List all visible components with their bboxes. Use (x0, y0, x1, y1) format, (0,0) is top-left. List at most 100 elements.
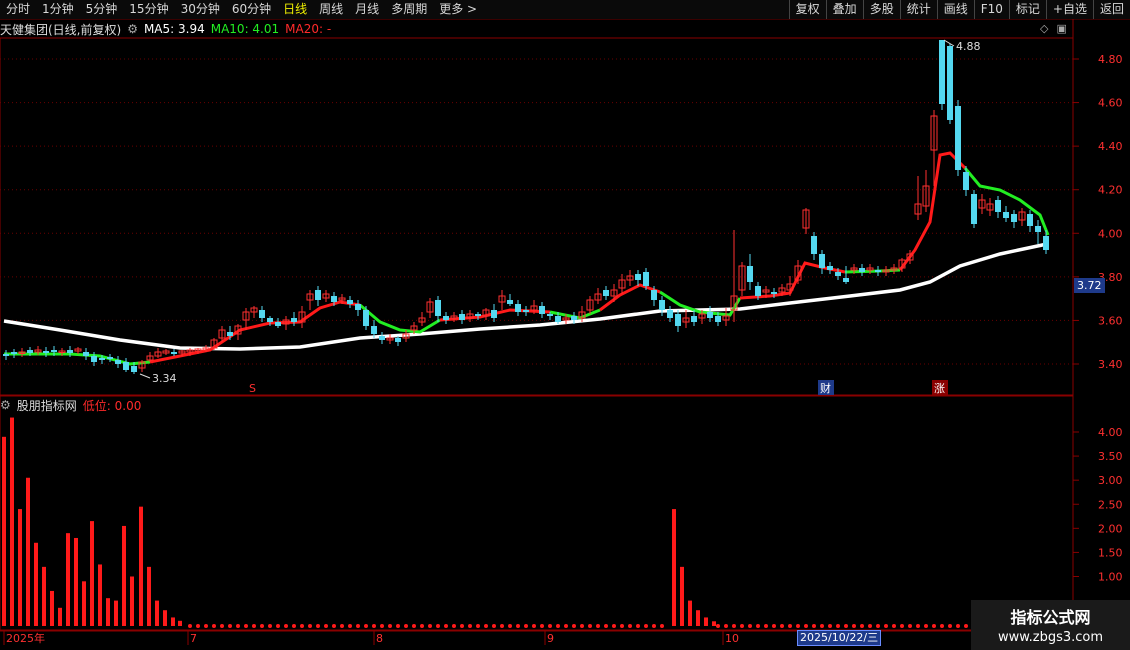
candle-body (371, 326, 377, 334)
indicator-dot (940, 624, 944, 628)
indicator-bar (98, 564, 102, 626)
low-arrow (139, 373, 151, 379)
candle-body (43, 351, 49, 353)
indicator-dot (348, 624, 352, 628)
indicator-dot (292, 624, 296, 628)
candle-body (395, 338, 401, 342)
indicator-bar (66, 533, 70, 626)
indicator-dot (268, 624, 272, 628)
candle-body (667, 310, 673, 318)
indicator-dot (756, 624, 760, 628)
indicator-dot (260, 624, 264, 628)
candle-body (643, 272, 649, 286)
indicator-dot (356, 624, 360, 628)
indicator-axis-label: 3.00 (1098, 474, 1123, 487)
signal-marker-s: S (249, 382, 256, 395)
indicator-dot (828, 624, 832, 628)
indicator-bar (106, 598, 110, 626)
watermark-title: 指标公式网 (1010, 608, 1091, 627)
indicator-dot (620, 624, 624, 628)
indicator-dot (428, 624, 432, 628)
candle-body (91, 356, 97, 362)
indicator-dot (860, 624, 864, 628)
indicator-dot (780, 624, 784, 628)
candle-body (3, 354, 9, 356)
low-price-label: 3.34 (152, 372, 177, 385)
indicator-bar (680, 566, 684, 626)
high-arrow (943, 39, 955, 47)
indicator-dot (308, 624, 312, 628)
candle-body (355, 304, 361, 310)
indicator-axis-label: 3.50 (1098, 450, 1123, 463)
indicator-dot (196, 624, 200, 628)
indicator-dot (596, 624, 600, 628)
indicator-dot (884, 624, 888, 628)
indicator-bar (26, 477, 30, 626)
candle-body (939, 40, 945, 104)
indicator-dot (276, 624, 280, 628)
indicator-axis-label: 4.00 (1098, 426, 1123, 439)
candle-body (539, 306, 545, 314)
candle-body (651, 290, 657, 300)
limit-up-marker: 涨 (934, 382, 945, 395)
indicator-dot (764, 624, 768, 628)
indicator-dot (636, 624, 640, 628)
candle-body (603, 290, 609, 296)
candle-body (115, 360, 121, 364)
candle-body (523, 310, 529, 312)
candle-body (315, 290, 321, 300)
indicator-dot (572, 624, 576, 628)
candle-body (835, 272, 841, 276)
price-axis-label: 4.40 (1098, 140, 1123, 153)
indicator-dot (548, 624, 552, 628)
indicator-dot (868, 624, 872, 628)
candle-body (331, 296, 337, 302)
price-axis-label: 4.60 (1098, 97, 1123, 110)
indicator-bar (147, 566, 151, 626)
price-axis-label: 3.40 (1098, 358, 1123, 371)
indicator-dot (644, 624, 648, 628)
main-frame (0, 37, 1074, 396)
indicator-dot (324, 624, 328, 628)
candle-body (267, 318, 273, 322)
indicator-dot (740, 624, 744, 628)
indicator-bar (672, 509, 676, 626)
indicator-dot (604, 624, 608, 628)
indicator-axis-label: 1.00 (1098, 571, 1123, 584)
indicator-dot (476, 624, 480, 628)
candle-body (555, 316, 561, 322)
indicator-dot (284, 624, 288, 628)
indicator-dot (612, 624, 616, 628)
candle-body (635, 274, 641, 280)
indicator-dot (316, 624, 320, 628)
indicator-dot (388, 624, 392, 628)
candle-body (875, 270, 881, 272)
candle-body (515, 304, 521, 312)
candle-body (51, 350, 57, 352)
indicator-dot (444, 624, 448, 628)
cursor-date-tag: 2025/10/22/三 (797, 630, 882, 646)
candle-body (715, 316, 721, 322)
candle-body (1003, 212, 1009, 218)
candle-body (131, 366, 137, 372)
price-axis-label: 4.20 (1098, 184, 1123, 197)
high-price-label: 4.88 (956, 40, 981, 53)
candle-body (955, 106, 961, 170)
indicator-dot (516, 624, 520, 628)
indicator-bar (114, 600, 118, 626)
indicator-dot (844, 624, 848, 628)
candle-body (747, 266, 753, 282)
candle-body (491, 310, 497, 318)
candle-body (443, 316, 449, 320)
indicator-bar (712, 621, 716, 626)
ma-line (963, 167, 1050, 236)
indicator-bar (155, 600, 159, 626)
candle-body (435, 300, 441, 316)
kline-chart[interactable]: 4.804.604.404.204.003.803.603.404.003.50… (0, 0, 1130, 650)
candle-body (691, 316, 697, 322)
indicator-dot (748, 624, 752, 628)
indicator-dot (556, 624, 560, 628)
indicator-frame (0, 395, 1074, 631)
indicator-bar (90, 521, 94, 626)
date-label: 8 (376, 632, 383, 645)
